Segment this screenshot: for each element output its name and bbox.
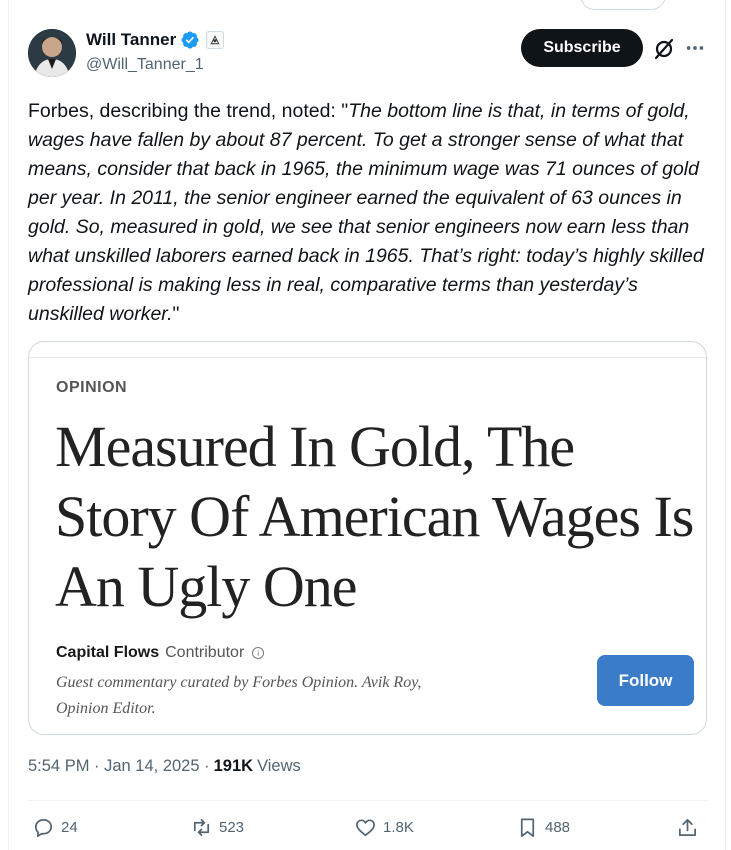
- subscribe-button[interactable]: Subscribe: [521, 29, 643, 67]
- repost-action[interactable]: 523: [190, 816, 244, 839]
- share-action[interactable]: [676, 816, 699, 839]
- repost-count: 523: [219, 819, 245, 836]
- heart-icon: [356, 819, 375, 837]
- reply-count: 24: [61, 819, 78, 836]
- card-top-rule: [29, 357, 706, 358]
- bookmark-action[interactable]: 488: [516, 816, 570, 839]
- repost-icon: [193, 818, 210, 837]
- card-headline[interactable]: Measured In Gold, The Story Of American …: [55, 412, 695, 622]
- tweet-intro: Forbes, describing the trend, noted: ": [28, 100, 349, 122]
- more-options-icon[interactable]: [684, 37, 706, 59]
- card-author-role: Contributor: [165, 644, 245, 661]
- previous-button-edge: [580, 0, 666, 10]
- card-guest-note: Guest commentary curated by Forbes Opini…: [56, 674, 422, 717]
- like-action[interactable]: 1.8K: [354, 816, 414, 839]
- author-name-row: Will Tanner: [86, 30, 225, 50]
- bookmark-count: 488: [545, 819, 571, 836]
- grok-icon[interactable]: [652, 37, 676, 61]
- affiliate-badge-icon[interactable]: [206, 31, 225, 49]
- author-display-name[interactable]: Will Tanner: [86, 30, 176, 50]
- share-icon: [678, 818, 697, 837]
- reply-action[interactable]: 24: [32, 816, 78, 839]
- card-section-label: OPINION: [56, 379, 128, 396]
- card-author-row: Capital Flows Contributor i: [56, 644, 265, 662]
- tweet-closing: ": [172, 303, 180, 325]
- info-icon[interactable]: i: [252, 647, 265, 659]
- reply-icon: [34, 818, 53, 837]
- timestamp[interactable]: 5:54 PM · Jan 14, 2025 ·: [28, 757, 210, 776]
- avatar[interactable]: [28, 29, 76, 77]
- author-handle[interactable]: @Will_Tanner_1: [86, 56, 204, 74]
- link-preview-card[interactable]: OPINION Measured In Gold, The Story Of A…: [28, 341, 707, 735]
- bookmark-icon: [520, 818, 535, 837]
- action-bar: 24 523 1.8K 488: [28, 812, 707, 848]
- verified-badge-icon[interactable]: [180, 30, 200, 50]
- views-count: 191K: [213, 757, 254, 775]
- follow-button[interactable]: Follow: [597, 655, 694, 706]
- card-author-name[interactable]: Capital Flows: [56, 644, 159, 662]
- tweet-meta: 5:54 PM · Jan 14, 2025 · 191K Views: [28, 757, 301, 776]
- tweet-text: Forbes, describing the trend, noted: "Th…: [28, 97, 712, 329]
- like-count: 1.8K: [383, 819, 414, 836]
- tweet-quote: The bottom line is that, in terms of gol…: [28, 100, 704, 325]
- actions-divider: [28, 800, 707, 801]
- views-label: Views: [257, 757, 301, 775]
